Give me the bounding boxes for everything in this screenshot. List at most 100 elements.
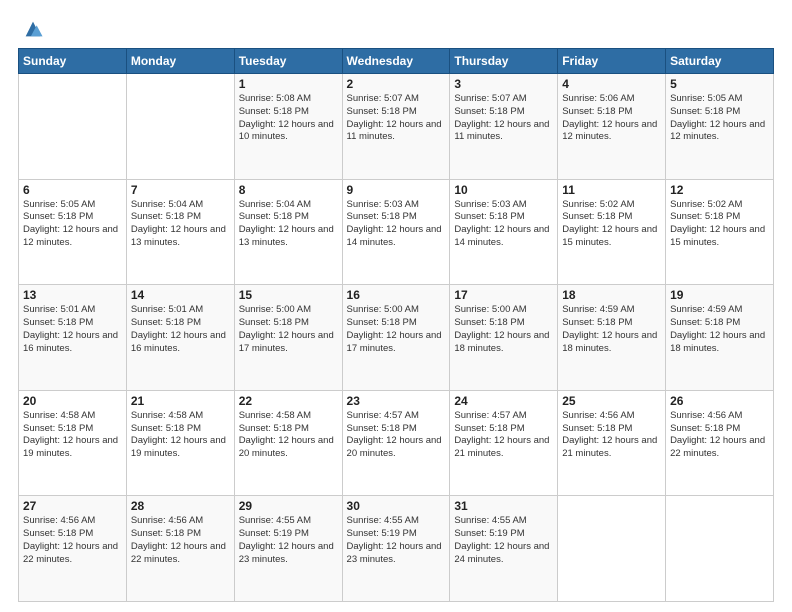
day-info: Sunrise: 5:00 AM Sunset: 5:18 PM Dayligh… <box>239 304 338 355</box>
logo-icon <box>22 18 44 40</box>
day-number: 1 <box>239 77 338 91</box>
day-cell: 10Sunrise: 5:03 AM Sunset: 5:18 PM Dayli… <box>450 179 558 285</box>
day-number: 7 <box>131 183 230 197</box>
day-cell: 26 Sunrise: 4:56 AM Sunset: 5:18 PM Dayli… <box>666 390 774 496</box>
day-info: Sunrise: 5:07 AM Sunset: 5:18 PM Dayligh… <box>347 93 446 144</box>
day-info: Sunrise: 4:56 AM Sunset: 5:18 PM Dayligh… <box>131 515 230 566</box>
day-number: 18 <box>562 288 661 302</box>
day-info: Sunrise: 5:02 AM Sunset: 5:18 PM Dayligh… <box>562 199 661 250</box>
day-cell <box>558 496 666 602</box>
day-info: Sunrise: 5:05 AM Sunset: 5:18 PM Dayligh… <box>670 93 769 144</box>
week-row-4: 20 Sunrise: 4:58 AM Sunset: 5:18 PM Dayli… <box>19 390 774 496</box>
weekday-header-wednesday: Wednesday <box>342 49 450 74</box>
day-cell: 2Sunrise: 5:07 AM Sunset: 5:18 PM Daylig… <box>342 74 450 180</box>
day-number: 31 <box>454 499 553 513</box>
day-cell: 21 Sunrise: 4:58 AM Sunset: 5:18 PM Dayli… <box>126 390 234 496</box>
day-number: 3 <box>454 77 553 91</box>
day-info: Sunrise: 5:03 AM Sunset: 5:18 PM Dayligh… <box>454 199 553 250</box>
day-number: 14 <box>131 288 230 302</box>
day-number: 8 <box>239 183 338 197</box>
day-info: Sunrise: 4:55 AM Sunset: 5:19 PM Dayligh… <box>239 515 338 566</box>
day-info: Sunrise: 4:55 AM Sunset: 5:19 PM Dayligh… <box>347 515 446 566</box>
day-number: 17 <box>454 288 553 302</box>
calendar-table: SundayMondayTuesdayWednesdayThursdayFrid… <box>18 48 774 602</box>
day-info: Sunrise: 4:58 AM Sunset: 5:18 PM Dayligh… <box>239 410 338 461</box>
day-number: 30 <box>347 499 446 513</box>
week-row-1: 1Sunrise: 5:08 AM Sunset: 5:18 PM Daylig… <box>19 74 774 180</box>
day-cell: 13 Sunrise: 5:01 AM Sunset: 5:18 PM Dayli… <box>19 285 127 391</box>
day-cell: 14 Sunrise: 5:01 AM Sunset: 5:18 PM Dayli… <box>126 285 234 391</box>
day-number: 13 <box>23 288 122 302</box>
day-info: Sunrise: 5:02 AM Sunset: 5:18 PM Dayligh… <box>670 199 769 250</box>
day-cell: 24 Sunrise: 4:57 AM Sunset: 5:18 PM Dayli… <box>450 390 558 496</box>
week-row-3: 13 Sunrise: 5:01 AM Sunset: 5:18 PM Dayli… <box>19 285 774 391</box>
weekday-header-saturday: Saturday <box>666 49 774 74</box>
weekday-header-row: SundayMondayTuesdayWednesdayThursdayFrid… <box>19 49 774 74</box>
day-cell: 18Sunrise: 4:59 AM Sunset: 5:18 PM Dayli… <box>558 285 666 391</box>
day-cell: 9Sunrise: 5:03 AM Sunset: 5:18 PM Daylig… <box>342 179 450 285</box>
day-info: Sunrise: 4:56 AM Sunset: 5:18 PM Dayligh… <box>670 410 769 461</box>
header <box>18 18 774 40</box>
day-cell: 1Sunrise: 5:08 AM Sunset: 5:18 PM Daylig… <box>234 74 342 180</box>
day-number: 22 <box>239 394 338 408</box>
day-info: Sunrise: 4:58 AM Sunset: 5:18 PM Dayligh… <box>131 410 230 461</box>
day-cell: 23 Sunrise: 4:57 AM Sunset: 5:18 PM Dayli… <box>342 390 450 496</box>
day-info: Sunrise: 4:56 AM Sunset: 5:18 PM Dayligh… <box>562 410 661 461</box>
day-info: Sunrise: 4:58 AM Sunset: 5:18 PM Dayligh… <box>23 410 122 461</box>
day-cell: 19Sunrise: 4:59 AM Sunset: 5:18 PM Dayli… <box>666 285 774 391</box>
weekday-header-tuesday: Tuesday <box>234 49 342 74</box>
day-cell: 11Sunrise: 5:02 AM Sunset: 5:18 PM Dayli… <box>558 179 666 285</box>
day-cell: 29 Sunrise: 4:55 AM Sunset: 5:19 PM Dayli… <box>234 496 342 602</box>
day-info: Sunrise: 5:00 AM Sunset: 5:18 PM Dayligh… <box>347 304 446 355</box>
day-cell: 6Sunrise: 5:05 AM Sunset: 5:18 PM Daylig… <box>19 179 127 285</box>
day-cell: 30 Sunrise: 4:55 AM Sunset: 5:19 PM Dayli… <box>342 496 450 602</box>
day-info: Sunrise: 5:07 AM Sunset: 5:18 PM Dayligh… <box>454 93 553 144</box>
day-cell <box>19 74 127 180</box>
day-number: 24 <box>454 394 553 408</box>
logo <box>18 18 44 40</box>
week-row-5: 27 Sunrise: 4:56 AM Sunset: 5:18 PM Dayli… <box>19 496 774 602</box>
day-number: 12 <box>670 183 769 197</box>
calendar-page: SundayMondayTuesdayWednesdayThursdayFrid… <box>0 0 792 612</box>
day-cell: 15 Sunrise: 5:00 AM Sunset: 5:18 PM Dayli… <box>234 285 342 391</box>
day-info: Sunrise: 4:56 AM Sunset: 5:18 PM Dayligh… <box>23 515 122 566</box>
day-cell: 7Sunrise: 5:04 AM Sunset: 5:18 PM Daylig… <box>126 179 234 285</box>
day-number: 27 <box>23 499 122 513</box>
day-cell: 22 Sunrise: 4:58 AM Sunset: 5:18 PM Dayli… <box>234 390 342 496</box>
day-cell <box>666 496 774 602</box>
day-info: Sunrise: 4:55 AM Sunset: 5:19 PM Dayligh… <box>454 515 553 566</box>
week-row-2: 6Sunrise: 5:05 AM Sunset: 5:18 PM Daylig… <box>19 179 774 285</box>
day-number: 6 <box>23 183 122 197</box>
weekday-header-thursday: Thursday <box>450 49 558 74</box>
weekday-header-sunday: Sunday <box>19 49 127 74</box>
day-number: 9 <box>347 183 446 197</box>
day-cell: 8 Sunrise: 5:04 AM Sunset: 5:18 PM Daylig… <box>234 179 342 285</box>
day-info: Sunrise: 4:57 AM Sunset: 5:18 PM Dayligh… <box>347 410 446 461</box>
day-number: 15 <box>239 288 338 302</box>
day-cell: 27 Sunrise: 4:56 AM Sunset: 5:18 PM Dayli… <box>19 496 127 602</box>
day-number: 26 <box>670 394 769 408</box>
day-number: 20 <box>23 394 122 408</box>
day-number: 21 <box>131 394 230 408</box>
weekday-header-friday: Friday <box>558 49 666 74</box>
day-number: 23 <box>347 394 446 408</box>
day-cell: 5 Sunrise: 5:05 AM Sunset: 5:18 PM Daylig… <box>666 74 774 180</box>
day-info: Sunrise: 5:01 AM Sunset: 5:18 PM Dayligh… <box>131 304 230 355</box>
day-info: Sunrise: 5:00 AM Sunset: 5:18 PM Dayligh… <box>454 304 553 355</box>
day-cell: 31 Sunrise: 4:55 AM Sunset: 5:19 PM Dayli… <box>450 496 558 602</box>
day-cell: 4Sunrise: 5:06 AM Sunset: 5:18 PM Daylig… <box>558 74 666 180</box>
day-cell: 12 Sunrise: 5:02 AM Sunset: 5:18 PM Dayli… <box>666 179 774 285</box>
day-cell: 17 Sunrise: 5:00 AM Sunset: 5:18 PM Dayli… <box>450 285 558 391</box>
day-number: 28 <box>131 499 230 513</box>
day-number: 5 <box>670 77 769 91</box>
day-info: Sunrise: 4:57 AM Sunset: 5:18 PM Dayligh… <box>454 410 553 461</box>
day-cell: 3 Sunrise: 5:07 AM Sunset: 5:18 PM Daylig… <box>450 74 558 180</box>
day-cell: 20 Sunrise: 4:58 AM Sunset: 5:18 PM Dayli… <box>19 390 127 496</box>
day-info: Sunrise: 5:06 AM Sunset: 5:18 PM Dayligh… <box>562 93 661 144</box>
day-cell <box>126 74 234 180</box>
day-info: Sunrise: 5:04 AM Sunset: 5:18 PM Dayligh… <box>239 199 338 250</box>
day-info: Sunrise: 5:01 AM Sunset: 5:18 PM Dayligh… <box>23 304 122 355</box>
day-number: 29 <box>239 499 338 513</box>
day-cell: 25Sunrise: 4:56 AM Sunset: 5:18 PM Dayli… <box>558 390 666 496</box>
weekday-header-monday: Monday <box>126 49 234 74</box>
